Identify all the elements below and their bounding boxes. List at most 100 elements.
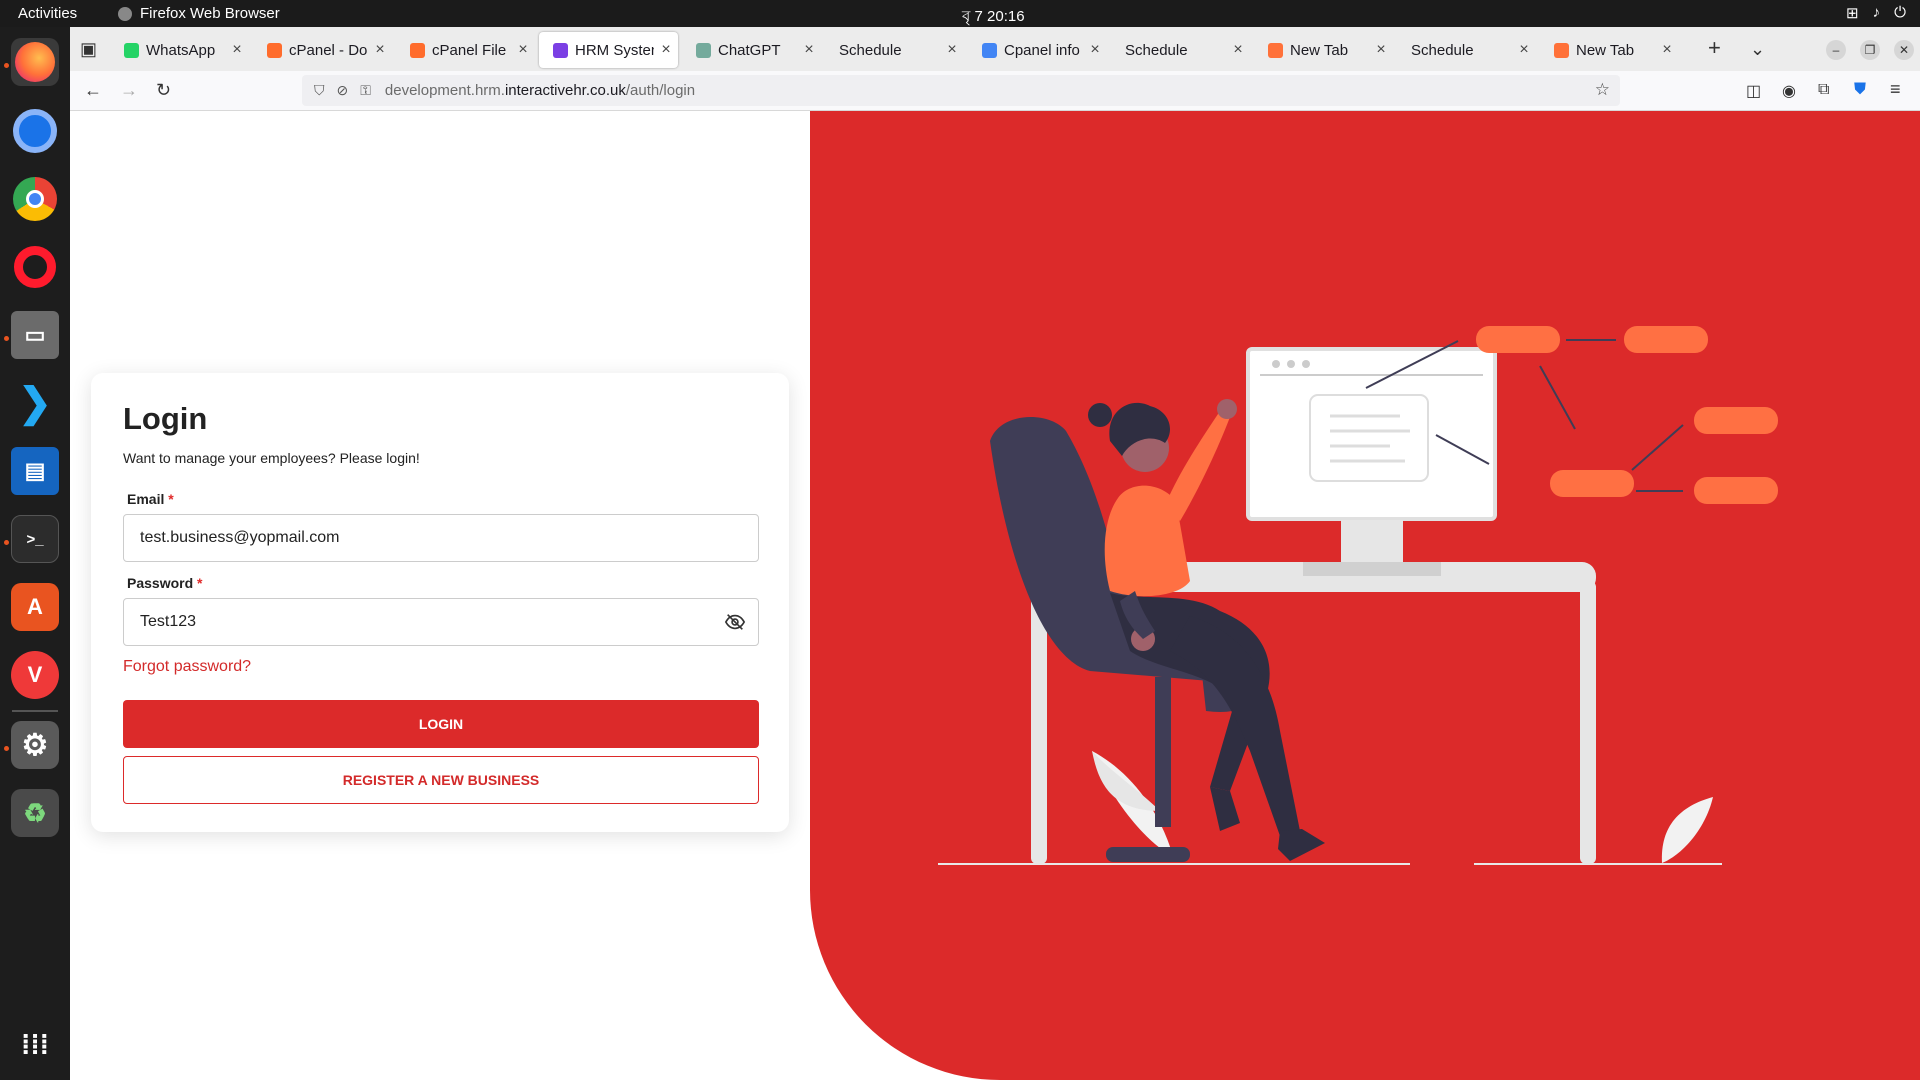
chrome-dock-icon[interactable] [11, 175, 59, 223]
close-tab-icon[interactable]: × [1083, 41, 1107, 59]
browser-tab[interactable]: Schedule × [825, 32, 964, 68]
files-dock-icon[interactable]: ▭ [11, 311, 59, 359]
browser-tab[interactable]: Schedule × [1397, 32, 1536, 68]
password-value: Test123 [140, 613, 197, 630]
url-bar[interactable]: ⛉ ⊘ ⚿ development.hrm.interactivehr.co.u… [302, 75, 1620, 106]
tab-title: cPanel - Dom [289, 41, 368, 59]
bitwarden-icon[interactable]: ⛊ [1854, 81, 1866, 99]
password-field[interactable]: Test123 [123, 598, 759, 646]
firefox-dock-icon[interactable] [11, 38, 59, 86]
tab-favicon-icon [982, 42, 997, 58]
browser-tab[interactable]: Cpanel info - × [968, 32, 1107, 68]
running-indicator [4, 746, 9, 751]
extensions-icon[interactable]: ⧉ [1818, 81, 1829, 99]
forward-button[interactable]: → [120, 80, 138, 101]
pocket-icon[interactable]: ◫ [1746, 81, 1761, 101]
toggle-password-visibility-icon[interactable] [724, 611, 746, 633]
tab-favicon-icon [696, 42, 711, 58]
browser-tab[interactable]: New Tab × [1254, 32, 1393, 68]
tab-favicon-icon [553, 42, 568, 58]
volume-icon: ♪ [1872, 4, 1881, 21]
tab-title: Schedule [839, 41, 902, 59]
close-window-button[interactable]: ✕ [1894, 40, 1914, 60]
close-tab-icon[interactable]: × [225, 41, 249, 59]
key-icon[interactable]: ⚿ [360, 82, 371, 99]
tab-title: Cpanel info - [1004, 41, 1083, 59]
vivaldi-dock-icon[interactable]: V [11, 651, 59, 699]
browser-tab[interactable]: New Tab × [1540, 32, 1679, 68]
chromium-dock-icon[interactable] [11, 107, 59, 155]
tab-title: WhatsApp [146, 41, 216, 59]
close-tab-icon[interactable]: × [511, 41, 535, 59]
close-tab-icon[interactable]: × [368, 41, 392, 59]
menu-icon[interactable]: ≡ [1890, 79, 1901, 100]
activities-button[interactable]: Activities [18, 5, 77, 22]
power-icon: ⏻ [1894, 4, 1906, 21]
tab-title: New Tab [1576, 41, 1635, 59]
running-indicator [4, 63, 9, 68]
running-indicator [4, 336, 9, 341]
list-all-tabs-icon[interactable]: ⌄ [1750, 39, 1765, 60]
tab-favicon-icon [124, 42, 139, 58]
system-top-bar: Activities Firefox Web Browser বৃ 7 20:1… [0, 0, 1920, 27]
firefox-small-icon [118, 6, 132, 21]
browser-tab[interactable]: cPanel File M× [396, 32, 535, 68]
navigation-toolbar: ← → ↻ ⛉ ⊘ ⚿ development.hrm.interactiveh… [70, 71, 1920, 111]
tab-title: ChatGPT [718, 41, 781, 59]
login-title: Login [123, 401, 208, 436]
back-button[interactable]: ← [84, 80, 102, 101]
hero-illustration-panel [810, 111, 1920, 1080]
app-menu[interactable]: Firefox Web Browser [118, 5, 280, 22]
settings-dock-icon[interactable]: ⚙ [11, 721, 59, 769]
show-apps-icon[interactable]: ⁞⁞⁞ [11, 1021, 59, 1069]
tab-title: cPanel File M [432, 41, 511, 59]
tab-strip: ▣ WhatsApp×cPanel - Dom×cPanel File M×HR… [70, 27, 1920, 71]
close-tab-icon[interactable]: × [1512, 41, 1536, 59]
tab-title: Schedule [1411, 41, 1474, 59]
register-business-button[interactable]: REGISTER A NEW BUSINESS [123, 756, 759, 804]
app-center-dock-icon[interactable]: A [11, 583, 59, 631]
login-card: Login Want to manage your employees? Ple… [91, 373, 789, 832]
close-tab-icon[interactable]: × [1226, 41, 1250, 59]
browser-tab[interactable]: WhatsApp × [110, 32, 249, 68]
close-tab-icon[interactable]: × [797, 41, 821, 59]
email-field[interactable]: test.business@yopmail.com [123, 514, 759, 562]
tab-favicon-icon [410, 42, 425, 58]
page-content: Login Want to manage your employees? Ple… [70, 111, 1920, 1080]
reload-button[interactable]: ↻ [156, 80, 171, 101]
close-tab-icon[interactable]: × [1369, 41, 1393, 59]
account-icon[interactable]: ◉ [1782, 81, 1796, 101]
firefox-view-icon[interactable]: ▣ [80, 39, 97, 60]
trash-dock-icon[interactable]: ♻ [11, 789, 59, 837]
system-tray[interactable]: ⊞ ♪ ⏻ [1846, 4, 1906, 22]
new-tab-button[interactable]: + [1708, 35, 1721, 61]
tab-title: Schedule [1125, 41, 1188, 59]
vscode-dock-icon[interactable]: ❯ [11, 379, 59, 427]
tracking-protection-icon[interactable]: ⛉ [314, 82, 325, 99]
writer-dock-icon[interactable]: ▤ [11, 447, 59, 495]
browser-tab[interactable]: HRM System× [539, 32, 678, 68]
minimize-button[interactable]: – [1826, 40, 1846, 60]
url-text[interactable]: development.hrm.interactivehr.co.uk/auth… [385, 82, 695, 99]
dock-separator [12, 710, 58, 712]
tab-title: New Tab [1290, 41, 1349, 59]
bookmark-star-icon[interactable]: ☆ [1595, 80, 1610, 100]
browser-tab[interactable]: ChatGPT × [682, 32, 821, 68]
close-tab-icon[interactable]: × [1655, 41, 1679, 59]
close-tab-icon[interactable]: × [940, 41, 964, 59]
login-button[interactable]: LOGIN [123, 700, 759, 748]
password-label: Password * [127, 575, 203, 591]
tab-favicon-icon [1268, 42, 1283, 58]
opera-dock-icon[interactable] [11, 243, 59, 291]
permissions-icon[interactable]: ⊘ [337, 82, 349, 99]
terminal-dock-icon[interactable]: >_ [11, 515, 59, 563]
close-tab-icon[interactable]: × [654, 41, 678, 59]
browser-tab[interactable]: Schedule × [1111, 32, 1250, 68]
dock: ▭ ❯ ▤ >_ A V ⚙ ♻ ⁞⁞⁞ [0, 27, 70, 1080]
restore-button[interactable]: ❐ [1860, 40, 1880, 60]
tab-title: HRM System [575, 41, 654, 59]
network-icon: ⊞ [1846, 5, 1859, 22]
email-label: Email * [127, 491, 174, 507]
browser-tab[interactable]: cPanel - Dom× [253, 32, 392, 68]
forgot-password-link[interactable]: Forgot password? [123, 658, 251, 676]
